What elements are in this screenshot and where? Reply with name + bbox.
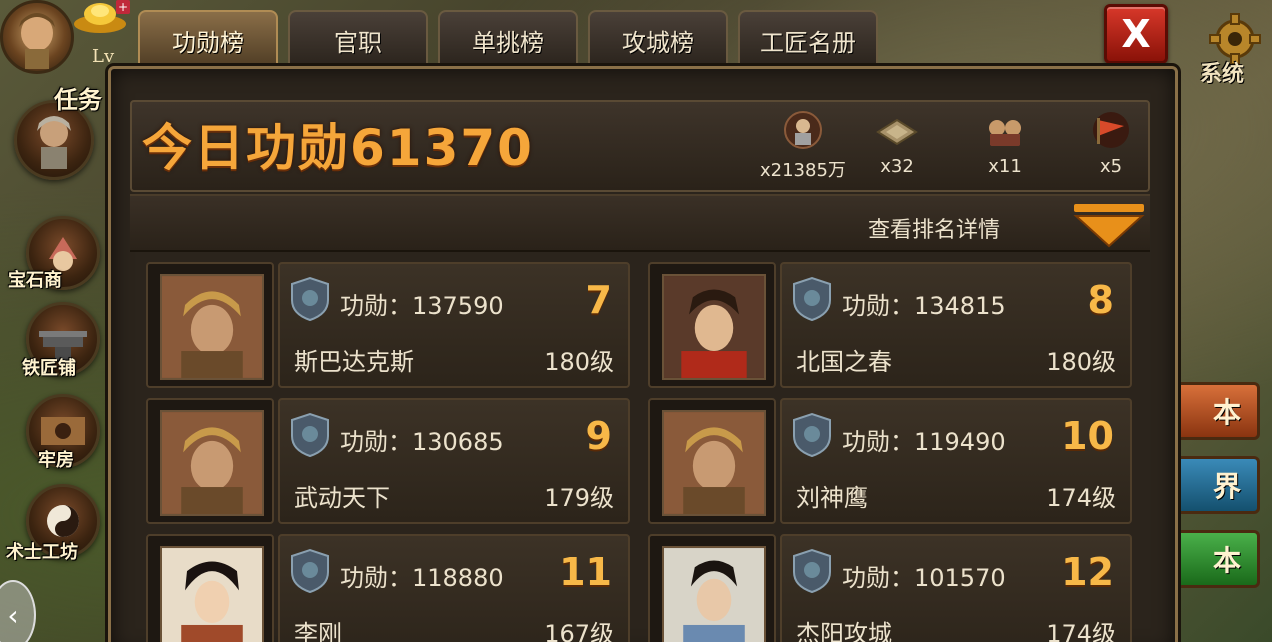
troops-icon (989, 120, 1021, 146)
merit-value: 134815 (914, 292, 1006, 320)
rank-card-7[interactable]: 功勋：137590 7 斯巴达克斯 180级 (278, 262, 630, 388)
rank-badge-icon (291, 276, 329, 322)
close-icon: X (1121, 12, 1151, 56)
rank-badge-icon (291, 412, 329, 458)
rank-card-10[interactable]: 功勋：119490 10 刘神鹰 174级 (780, 398, 1132, 524)
rank-number: 7 (585, 278, 612, 322)
today-merit-value: 61370 (350, 119, 534, 177)
helmet-general-portrait (160, 274, 264, 380)
taoist-workshop-label: 术士工坊 (6, 542, 78, 563)
merit-value: 119490 (914, 428, 1006, 456)
war-flag-icon (1093, 112, 1129, 148)
rank-card-12[interactable]: 功勋：101570 12 杰阳攻城 174级 (780, 534, 1132, 642)
merit-prefix: 功勋： (340, 428, 412, 456)
player-name: 刘神鹰 (796, 484, 868, 512)
reward-fortress: x32 (874, 110, 920, 177)
chevron-left-icon: ‹ (7, 598, 19, 632)
level-label: Lv (92, 46, 115, 67)
tab-siege-ranking[interactable]: 攻城榜 (588, 10, 728, 68)
gold-ingot-icon[interactable]: + (72, 0, 130, 34)
merit-value: 137590 (412, 292, 504, 320)
reward-war-flag-count: x5 (1099, 156, 1123, 177)
scholar-portrait (662, 546, 766, 642)
rank-card-11[interactable]: 功勋：118880 11 李刚 167级 (278, 534, 630, 642)
merit-value: 130685 (412, 428, 504, 456)
rank-portrait[interactable] (146, 262, 274, 388)
merit-prefix: 功勋： (340, 564, 412, 592)
reward-troops: x11 (982, 110, 1028, 177)
rank-number: 9 (585, 414, 612, 458)
player-level: 180级 (544, 348, 614, 376)
player-level: 180级 (1046, 348, 1116, 376)
player-avatar[interactable] (0, 0, 74, 74)
chevron-down-icon[interactable] (1072, 202, 1146, 250)
player-name: 李刚 (294, 620, 342, 642)
female-warrior-portrait (160, 546, 264, 642)
svg-text:+: + (118, 0, 128, 14)
rank-badge-icon (291, 548, 329, 594)
merit-value: 101570 (914, 564, 1006, 592)
merit-value: 118880 (412, 564, 504, 592)
rank-badge-icon (793, 412, 831, 458)
helmet-general-portrait (662, 410, 766, 516)
rank-portrait[interactable] (648, 262, 776, 388)
rank-portrait[interactable] (648, 534, 776, 642)
ranking-tabs: 功勋榜 官职 单挑榜 攻城榜 工匠名册 (138, 10, 878, 68)
rank-card-9[interactable]: 功勋：130685 9 武动天下 179级 (278, 398, 630, 524)
settings-label[interactable]: 系统 (1200, 56, 1244, 88)
player-face-icon (19, 13, 55, 69)
reward-soldiers: x21385万 (760, 110, 846, 182)
rank-number: 11 (559, 550, 612, 594)
player-level: 167级 (544, 620, 614, 642)
today-merit-title: 今日功勋61370 (142, 108, 534, 180)
gem-shop-label: 宝石商 (8, 270, 62, 291)
rank-card-8[interactable]: 功勋：134815 8 北国之春 180级 (780, 262, 1132, 388)
rank-number: 12 (1061, 550, 1114, 594)
tab-merit-ranking[interactable]: 功勋榜 (138, 10, 278, 68)
rank-portrait[interactable] (146, 534, 274, 642)
helmet-general-portrait (160, 410, 264, 516)
merit-prefix: 功勋： (340, 292, 412, 320)
blacksmith-label: 铁匠铺 (22, 358, 76, 379)
merit-prefix: 功勋： (842, 428, 914, 456)
view-rank-details-link[interactable]: 查看排名详情 (868, 212, 1000, 244)
rank-portrait[interactable] (648, 398, 776, 524)
young-warrior-portrait (662, 274, 766, 380)
soldier-icon (783, 111, 822, 149)
tab-duel-ranking[interactable]: 单挑榜 (438, 10, 578, 68)
player-name: 北国之春 (796, 348, 892, 376)
task-label: 任务 (54, 86, 102, 114)
reward-fortress-count: x32 (880, 156, 914, 177)
rank-number: 10 (1061, 414, 1114, 458)
tab-official-rank[interactable]: 官职 (288, 10, 428, 68)
player-name: 武动天下 (294, 484, 390, 512)
fortress-icon (876, 118, 918, 146)
reward-soldiers-count: x21385万 (760, 160, 846, 181)
merit-prefix: 功勋： (842, 292, 914, 320)
rank-number: 8 (1087, 278, 1114, 322)
player-name: 杰阳攻城 (796, 620, 892, 642)
today-merit-label: 今日功勋 (142, 119, 350, 177)
reward-war-flag: x5 (1088, 110, 1134, 177)
rank-portrait[interactable] (146, 398, 274, 524)
prison-label: 牢房 (38, 450, 74, 471)
rank-badge-icon (793, 276, 831, 322)
player-name: 斯巴达克斯 (294, 348, 414, 376)
scroll-left-button[interactable]: ‹ (0, 580, 36, 642)
merit-prefix: 功勋： (842, 564, 914, 592)
player-level: 179级 (544, 484, 614, 512)
tab-craftsman-roster[interactable]: 工匠名册 (738, 10, 878, 68)
player-level: 174级 (1046, 484, 1116, 512)
reward-troops-count: x11 (988, 156, 1022, 177)
close-button[interactable]: X (1104, 4, 1168, 64)
rank-badge-icon (793, 548, 831, 594)
player-level: 174级 (1046, 620, 1116, 642)
